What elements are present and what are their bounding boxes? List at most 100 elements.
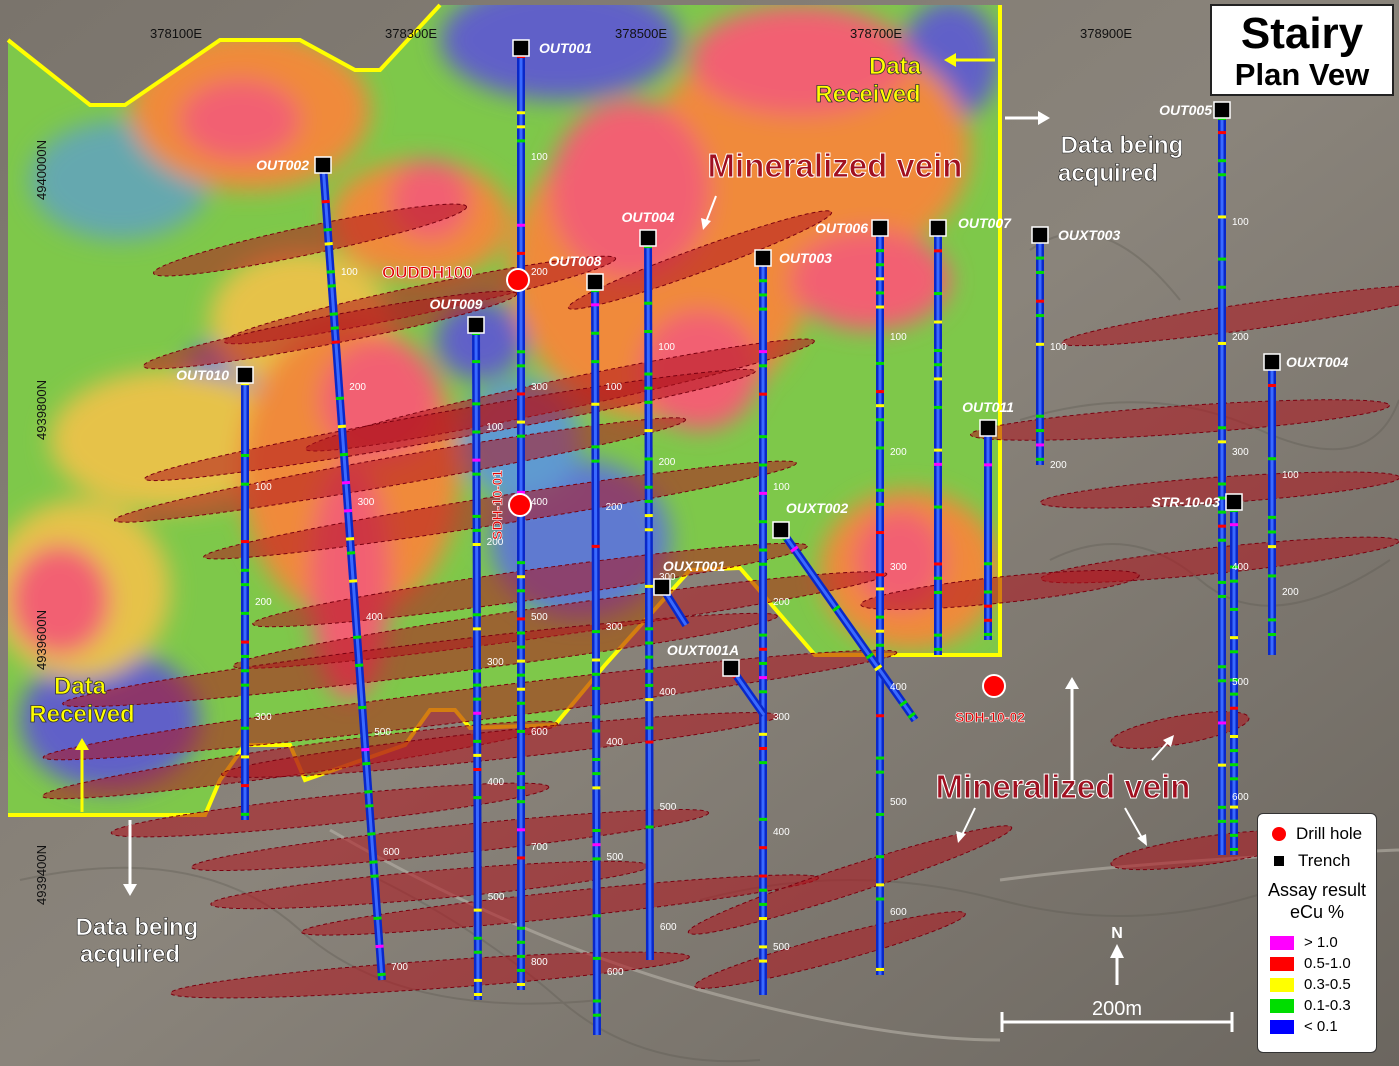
trench-label: OUT006: [815, 220, 868, 236]
depth-label: 100: [1050, 342, 1067, 353]
easting-label-5: 378900E: [1080, 26, 1132, 41]
legend-trench: Trench: [1272, 851, 1350, 871]
trench-label: OUT010: [176, 367, 229, 383]
depth-label: 300: [606, 622, 623, 633]
trench-label: OUXT003: [1058, 227, 1120, 243]
northing-label-2: 4939800N: [34, 380, 49, 440]
trench-marker: [722, 659, 740, 677]
depth-label: 600: [383, 847, 400, 858]
legend-drill-hole-label: Drill hole: [1296, 824, 1363, 843]
data-received-top-line2: Received: [815, 81, 920, 108]
data-acquired-bottom-line1: Data being: [76, 914, 199, 941]
legend-class: 0.1-0.3: [1270, 997, 1351, 1014]
depth-label: 400: [606, 737, 623, 748]
depth-label: 100: [658, 342, 675, 353]
depth-label: 300: [358, 497, 375, 508]
swatch: [1270, 956, 1294, 971]
easting-label-1: 378100E: [150, 26, 202, 41]
depth-label: 500: [374, 727, 391, 738]
depth-label: 200: [606, 502, 623, 513]
trench-label: OUT001: [539, 40, 592, 56]
trench-marker: [1031, 226, 1049, 244]
trench-label: OUT003: [779, 250, 832, 266]
legend-class-label: > 1.0: [1304, 934, 1338, 951]
depth-label: 200: [349, 382, 366, 393]
depth-label: 300: [1232, 447, 1249, 458]
depth-label: 400: [366, 612, 383, 623]
depth-label: 400: [890, 682, 907, 693]
depth-label: 100: [531, 152, 548, 163]
data-received-left-line2: Received: [29, 701, 134, 728]
depth-label: 300: [487, 657, 504, 668]
trench-trace: [644, 237, 654, 961]
trench-marker: [1263, 353, 1281, 371]
assay-segment: [907, 711, 916, 719]
depth-label: 200: [1282, 587, 1299, 598]
depth-label: 500: [890, 797, 907, 808]
depth-label: 500: [1232, 677, 1249, 688]
depth-label: 200: [1232, 332, 1249, 343]
trench-label: STR-10-03: [1152, 494, 1221, 510]
depth-label: 500: [488, 892, 505, 903]
trench-trace: [472, 324, 482, 1001]
depth-label: 700: [391, 962, 408, 973]
trench-marker: [929, 219, 947, 237]
legend-class-label: 0.1-0.3: [1304, 997, 1351, 1014]
depth-label: 100: [605, 382, 622, 393]
trench-label: OUXT002: [786, 500, 848, 516]
depth-label: 200: [531, 267, 548, 278]
swatch: [1270, 977, 1294, 992]
depth-label: 100: [1232, 217, 1249, 228]
depth-label: 400: [487, 777, 504, 788]
trench-icon: [1274, 856, 1284, 866]
legend-class-label: 0.3-0.5: [1304, 976, 1351, 993]
plan-view-map: 100 200 300 400 500 600 700 800 100 200 300 400 500 6…: [0, 0, 1399, 1066]
trace-core: [474, 324, 480, 1001]
depth-label: 300: [255, 712, 272, 723]
depth-label: 600: [531, 727, 548, 738]
mineralized-vein-bottom-label: Mineralized vein: [936, 768, 1191, 805]
depth-label: 500: [660, 802, 677, 813]
drill-hole-marker: [506, 268, 530, 292]
legend-class: 0.3-0.5: [1270, 976, 1351, 993]
swatch: [1270, 1019, 1294, 1034]
trench-marker: [979, 419, 997, 437]
depth-label: 500: [531, 612, 548, 623]
depth-label: 100: [773, 482, 790, 493]
scale-bar-label: 200m: [1092, 998, 1142, 1020]
depth-label: 100: [890, 332, 907, 343]
depth-label: 700: [531, 842, 548, 853]
trench-label: OUT004: [622, 209, 675, 225]
legend-class: 0.5-1.0: [1270, 955, 1351, 972]
trench-marker: [512, 39, 530, 57]
trench-marker: [639, 229, 657, 247]
depth-label: 400: [531, 497, 548, 508]
legend-class-label: < 0.1: [1304, 1018, 1338, 1035]
data-acquired-bottom-line2: acquired: [80, 941, 180, 968]
depth-label: 500: [773, 942, 790, 953]
legend-assay-title-1: Assay result: [1267, 880, 1367, 900]
trench-label: OUXT004: [1286, 354, 1348, 370]
trench-label: OUT007: [958, 215, 1012, 231]
legend-drill-hole: Drill hole: [1272, 824, 1362, 844]
data-acquired-right-line2: acquired: [1058, 160, 1158, 187]
drill-hole-marker: [982, 674, 1006, 698]
depth-label: 400: [1232, 562, 1249, 573]
depth-label: 500: [607, 852, 624, 863]
depth-label: 200: [1050, 460, 1067, 471]
legend-trench-label: Trench: [1298, 851, 1351, 870]
drill-hole-label: SDH-10-01: [489, 470, 505, 540]
easting-label-4: 378700E: [850, 26, 902, 41]
trench-marker: [772, 521, 790, 539]
depth-label: 200: [255, 597, 272, 608]
trench-marker: [314, 156, 332, 174]
assay-segment: [874, 664, 883, 672]
title-line2: Plan Vew: [1234, 57, 1370, 92]
legend-class-label: 0.5-1.0: [1304, 955, 1351, 972]
depth-label: 300: [890, 562, 907, 573]
legend: Drill hole Trench Assay result eCu % > 1…: [1257, 813, 1377, 1053]
trench-label: OUXT001A: [667, 642, 739, 658]
northing-label-1: 4940000N: [34, 140, 49, 200]
assay-segment: [790, 545, 799, 553]
easting-label-2: 378300E: [385, 26, 437, 41]
